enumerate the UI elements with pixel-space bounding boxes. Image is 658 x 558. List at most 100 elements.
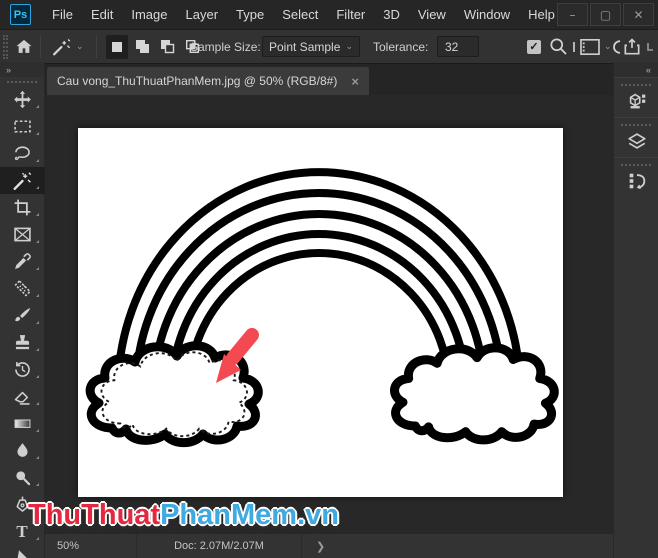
eraser-tool-icon: [12, 386, 33, 407]
share-button[interactable]: [622, 30, 642, 63]
tool-blur[interactable]: [0, 437, 45, 464]
tab-close-icon[interactable]: ×: [351, 74, 359, 89]
menu-view[interactable]: View: [409, 0, 455, 30]
panel-dock: «: [613, 62, 658, 558]
history-brush-tool-icon: [12, 359, 33, 380]
tools-panel: »: [0, 62, 45, 558]
menu-filter[interactable]: Filter: [327, 0, 374, 30]
menu-3d[interactable]: 3D: [374, 0, 409, 30]
document-tab-title: Cau vong_ThuThuatPhanMem.jpg @ 50% (RGB/…: [57, 74, 337, 88]
panel-grip: [621, 124, 651, 126]
sample-size-value: Point Sample: [269, 40, 340, 54]
canvas-workspace[interactable]: [45, 95, 613, 533]
panel-grip: [621, 164, 651, 166]
tool-frame[interactable]: [0, 221, 45, 248]
status-options-chevron[interactable]: ❯: [302, 540, 339, 553]
menu-file[interactable]: File: [43, 0, 82, 30]
watermark-blue-text: PhanMem: [160, 499, 297, 531]
select-and-mask-button[interactable]: [579, 30, 601, 63]
rainbow-clouds-drawing: [78, 128, 563, 497]
document-tab[interactable]: Cau vong_ThuThuatPhanMem.jpg @ 50% (RGB/…: [47, 67, 369, 95]
truncated-label: [572, 30, 576, 63]
tool-eyedropper[interactable]: [0, 248, 45, 275]
blur-tool-icon: [12, 440, 33, 461]
toolbar-collapse-button[interactable]: »: [0, 62, 44, 77]
tolerance-input[interactable]: 32: [437, 36, 479, 57]
menu-layer[interactable]: Layer: [177, 0, 228, 30]
check-icon: ✓: [529, 40, 538, 53]
menu-type[interactable]: Type: [227, 0, 273, 30]
zoom-level-field[interactable]: 50%: [45, 534, 137, 558]
watermark: ThuThuatPhanMem.vn: [28, 499, 339, 532]
panel-libraries[interactable]: [614, 77, 658, 117]
magic-wand-tool-icon: [11, 170, 33, 192]
panel-grip: [621, 84, 651, 86]
brush-tool-icon: [12, 305, 33, 326]
toolbar-grip[interactable]: [7, 81, 37, 83]
share-icon: [622, 37, 642, 57]
menu-select[interactable]: Select: [273, 0, 327, 30]
tool-spot-healing-brush[interactable]: [0, 275, 45, 302]
healing-brush-tool-icon: [12, 278, 33, 299]
panel-history[interactable]: [614, 157, 658, 197]
tool-rectangular-marquee[interactable]: [0, 113, 45, 140]
close-button[interactable]: ✕: [623, 3, 654, 26]
new-selection-button[interactable]: [106, 35, 128, 59]
options-bar-grip[interactable]: [3, 35, 8, 59]
path-selection-tool-icon: [12, 548, 33, 558]
tool-eraser[interactable]: [0, 383, 45, 410]
menu-image[interactable]: Image: [122, 0, 176, 30]
tool-preset-magic-wand[interactable]: ⌄: [50, 30, 84, 63]
crop-tool-icon: [12, 197, 33, 218]
home-icon: [14, 37, 34, 57]
tool-magic-wand[interactable]: [0, 167, 45, 194]
tool-path-selection[interactable]: [0, 545, 45, 558]
right-cloud: [395, 348, 555, 440]
document-size-info: Doc: 2.07M/2.07M: [137, 534, 302, 558]
menu-edit[interactable]: Edit: [82, 0, 122, 30]
tool-brush[interactable]: [0, 302, 45, 329]
gradient-tool-icon: [12, 413, 33, 434]
document-tab-bar: Cau vong_ThuThuatPhanMem.jpg @ 50% (RGB/…: [45, 64, 613, 95]
tolerance-label: Tolerance:: [373, 30, 428, 63]
magic-wand-icon: [50, 36, 72, 58]
tool-crop[interactable]: [0, 194, 45, 221]
rotate-view-icon-partial: [612, 30, 622, 63]
magnifier-icon: [548, 36, 569, 57]
type-tool-icon: T: [16, 522, 27, 542]
tool-move[interactable]: [0, 86, 45, 113]
corner-bracket-icon: [646, 30, 654, 63]
lasso-tool-icon: [12, 143, 33, 164]
tool-gradient[interactable]: [0, 410, 45, 437]
window-controls: – ▢ ✕: [555, 3, 654, 26]
maximize-button[interactable]: ▢: [590, 3, 621, 26]
chevron-down-icon[interactable]: ⌄: [604, 30, 612, 63]
select-subject-button[interactable]: [548, 30, 569, 63]
sample-size-dropdown[interactable]: Point Sample ⌄: [262, 36, 360, 57]
add-to-selection-button[interactable]: [131, 35, 153, 59]
dodge-tool-icon: [12, 467, 33, 488]
panel-collapse-button[interactable]: «: [614, 62, 658, 77]
move-tool-icon: [12, 89, 33, 110]
photoshop-window: Ps File Edit Image Layer Type Select Fil…: [0, 0, 658, 558]
tool-clone-stamp[interactable]: [0, 329, 45, 356]
menu-window[interactable]: Window: [455, 0, 519, 30]
tool-dodge[interactable]: [0, 464, 45, 491]
libraries-panel-icon: [626, 90, 648, 112]
subtract-from-selection-button[interactable]: [156, 35, 178, 59]
eyedropper-tool-icon: [12, 251, 33, 272]
history-panel-icon: [626, 170, 648, 192]
options-bar: ⌄ Sample Size: Point Sample ⌄: [0, 30, 658, 64]
watermark-suffix: .vn: [297, 499, 339, 531]
tool-history-brush[interactable]: [0, 356, 45, 383]
document-canvas[interactable]: [78, 128, 563, 497]
minimize-button[interactable]: –: [557, 3, 588, 26]
sample-size-label: Sample Size:: [190, 30, 261, 63]
tool-lasso[interactable]: [0, 140, 45, 167]
chevron-down-icon: ⌄: [345, 41, 353, 52]
anti-alias-checkbox[interactable]: ✓: [527, 40, 541, 54]
panel-layers[interactable]: [614, 117, 658, 157]
home-button[interactable]: [14, 30, 34, 63]
select-and-mask-icon: [579, 38, 601, 56]
layers-panel-icon: [626, 130, 648, 152]
